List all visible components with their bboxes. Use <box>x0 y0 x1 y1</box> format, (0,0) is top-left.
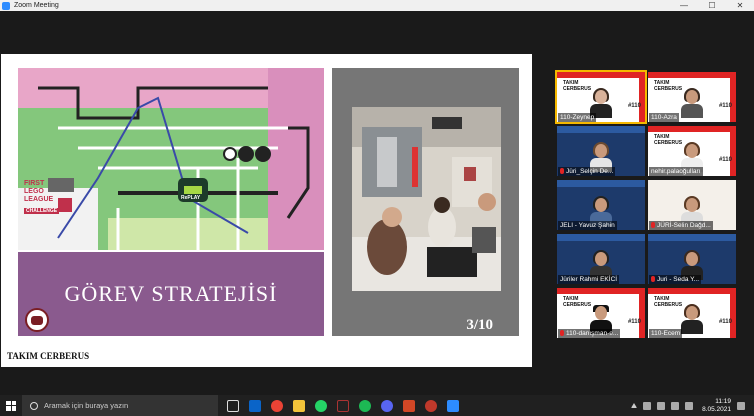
app-icon <box>425 399 437 412</box>
clock-date: 8.05.2021 <box>702 405 731 413</box>
muted-mic-icon <box>560 168 564 174</box>
muted-mic-icon <box>560 330 564 336</box>
mail-icon <box>249 399 261 412</box>
participant-tile-6[interactable]: JÜRİ-Selin Dağd... <box>648 180 736 230</box>
meeting-area: FIRST LEGO LEAGUE CHALLENGE RePLAY GÖREV… <box>0 11 754 395</box>
participant-tile-9[interactable]: TAKIM CERBERUS #110 110-danışman-e... <box>557 288 645 338</box>
replay-label: RePLAY <box>181 195 201 201</box>
participant-name: Jüri_Selçin De... <box>558 167 616 176</box>
participant-name: 110-Zeynep <box>558 113 597 122</box>
participant-tile-2[interactable]: TAKIM CERBERUS #110 110-Azra <box>648 72 736 122</box>
cloud-icon[interactable] <box>643 401 652 410</box>
team-photo <box>352 107 501 291</box>
window-title: Zoom Meeting <box>14 2 59 9</box>
participant-tile-7[interactable]: Jüriler Rahmi EKİCİ <box>557 234 645 284</box>
muted-mic-icon <box>651 222 655 228</box>
participant-name: 110-Ecem <box>649 329 683 338</box>
battery-icon[interactable] <box>657 401 666 410</box>
participant-tile-5[interactable]: JELI - Yavuz Şahin <box>557 180 645 230</box>
start-button[interactable] <box>0 395 22 416</box>
folder-icon <box>293 399 305 412</box>
participant-name: JELI - Yavuz Şahin <box>558 221 617 230</box>
zoom-app-button[interactable] <box>442 395 464 416</box>
window-titlebar: Zoom Meeting — ☐ ✕ <box>0 0 754 11</box>
wifi-icon[interactable] <box>671 401 680 410</box>
taskbar-search[interactable]: Aramak için buraya yazın <box>22 395 218 416</box>
discord-app-button[interactable] <box>376 395 398 416</box>
system-tray: 11:19 8.05.2021 <box>628 395 748 416</box>
task-view-button[interactable] <box>222 395 244 416</box>
participant-name: nehir.palaoğulları <box>649 167 703 176</box>
slide-title: GÖREV STRATEJİSİ <box>64 281 278 306</box>
participant-name: Juri - Seda Y... <box>649 275 702 284</box>
chevron-up-icon[interactable] <box>631 403 638 408</box>
participant-name: JÜRİ-Selin Dağd... <box>649 221 713 230</box>
slide-team-name: TAKIM CERBERUS <box>7 351 90 361</box>
league-label: FIRST LEGO LEAGUE <box>24 180 54 203</box>
powerpoint-icon <box>403 399 415 412</box>
windows-taskbar: Aramak için buraya yazın 11:19 8.05.2021 <box>0 395 754 416</box>
taskbar-apps <box>222 395 464 416</box>
close-button[interactable]: ✕ <box>726 0 754 11</box>
chrome-app-button[interactable] <box>266 395 288 416</box>
search-placeholder: Aramak için buraya yazın <box>44 401 129 410</box>
shared-slide: FIRST LEGO LEAGUE CHALLENGE RePLAY GÖREV… <box>1 54 532 367</box>
taskbar-clock[interactable]: 11:19 8.05.2021 <box>702 398 731 414</box>
mail-app-button[interactable] <box>244 395 266 416</box>
spotify-icon <box>359 399 371 412</box>
chrome-icon <box>271 399 283 412</box>
whatsapp-icon <box>315 399 327 412</box>
participant-tile-10[interactable]: TAKIM CERBERUS #110 110-Ecem <box>648 288 736 338</box>
discord-icon <box>381 399 393 412</box>
maximize-button[interactable]: ☐ <box>698 0 726 11</box>
slide-photo-panel: 3/10 <box>332 68 519 336</box>
participant-tile-4[interactable]: TAKIM CERBERUS #110 nehir.palaoğulları <box>648 126 736 176</box>
window-controls: — ☐ ✕ <box>670 0 754 11</box>
participant-tile-8[interactable]: Juri - Seda Y... <box>648 234 736 284</box>
zoom-icon <box>447 399 459 412</box>
minimize-button[interactable]: — <box>670 0 698 11</box>
powerpoint-app-button[interactable] <box>398 395 420 416</box>
participant-name: 110-danışman-e... <box>558 329 621 338</box>
volume-icon[interactable] <box>685 401 694 410</box>
notification-icon[interactable] <box>737 401 745 410</box>
clock-time: 11:19 <box>715 397 731 405</box>
app-icon <box>337 399 349 412</box>
muted-mic-icon <box>651 276 655 282</box>
robot-game-map-image: FIRST LEGO LEAGUE CHALLENGE RePLAY <box>18 68 324 250</box>
zoom-app-icon <box>2 1 10 10</box>
whatsapp-app-button[interactable] <box>310 395 332 416</box>
task-view-icon <box>227 399 239 412</box>
participant-name: 110-Azra <box>649 113 679 122</box>
cerberus-logo <box>25 308 49 332</box>
search-icon <box>30 401 38 410</box>
slide-title-block: GÖREV STRATEJİSİ <box>18 252 324 336</box>
slide-page-number: 3/10 <box>466 317 493 333</box>
challenge-label: CHALLENGE <box>24 208 60 214</box>
app-button-10[interactable] <box>420 395 442 416</box>
participant-tile-3[interactable]: Jüri_Selçin De... <box>557 126 645 176</box>
participant-name: Jüriler Rahmi EKİCİ <box>558 275 620 284</box>
explorer-app-button[interactable] <box>288 395 310 416</box>
participant-tile-1[interactable]: TAKIM CERBERUS #110 110-Zeynep <box>555 70 647 124</box>
app-button-6[interactable] <box>332 395 354 416</box>
windows-logo-icon <box>6 400 16 411</box>
spotify-app-button[interactable] <box>354 395 376 416</box>
